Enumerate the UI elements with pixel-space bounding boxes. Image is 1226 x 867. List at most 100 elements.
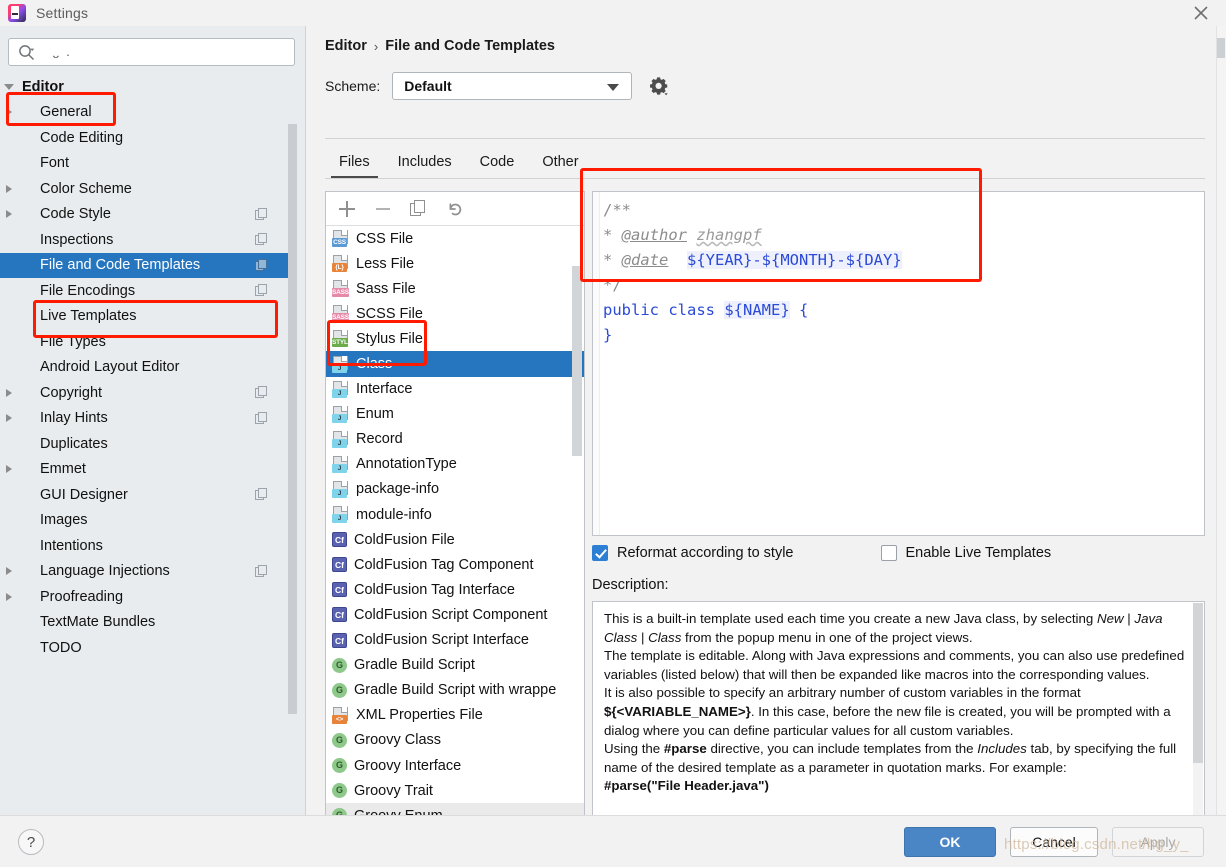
sidebar-item-font[interactable]: Font <box>0 151 290 177</box>
dialog-scrollbar-thumb[interactable] <box>1217 38 1225 58</box>
close-icon[interactable] <box>1190 2 1212 24</box>
sidebar-item-duplicates[interactable]: Duplicates <box>0 431 290 457</box>
sidebar-item-language-injections[interactable]: Language Injections <box>0 559 290 585</box>
tab-code[interactable]: Code <box>466 154 529 178</box>
sidebar-item-file-types[interactable]: File Types <box>0 329 290 355</box>
template-list-item-label: CSS File <box>356 230 414 247</box>
template-list-item[interactable]: Cf ColdFusion Tag Interface <box>326 577 584 602</box>
template-list-item[interactable]: Cf ColdFusion Script Interface <box>326 628 584 653</box>
sidebar-item-label: General <box>40 104 92 121</box>
intellij-idea-logo-icon <box>8 4 26 22</box>
apply-button[interactable]: Apply <box>1112 827 1204 857</box>
chevron-right-icon[interactable] <box>0 184 18 193</box>
template-list-item[interactable]: Cf ColdFusion Script Component <box>326 602 584 627</box>
template-list-item[interactable]: SASS Sass File <box>326 276 584 301</box>
reset-template-button[interactable] <box>446 200 464 218</box>
gradle-groovy-icon: G <box>332 682 347 698</box>
template-list-item-label: module-info <box>356 506 432 523</box>
template-list-item[interactable]: STYL Stylus File <box>326 326 584 351</box>
chevron-down-icon <box>607 84 620 91</box>
sidebar-item-intentions[interactable]: Intentions <box>0 533 290 559</box>
help-button[interactable]: ? <box>18 829 44 855</box>
editor-code[interactable]: /** * @author zhangpf * @date ${YEAR}-${… <box>603 198 1200 348</box>
template-list-item[interactable]: J AnnotationType <box>326 452 584 477</box>
template-list-item[interactable]: G Groovy Interface <box>326 753 584 778</box>
code-line-6: } <box>603 326 613 344</box>
template-list-item-label: Sass File <box>356 280 416 297</box>
template-list-item[interactable]: J Enum <box>326 402 584 427</box>
template-list-item-label: Groovy Class <box>354 732 442 749</box>
copy-template-button[interactable] <box>410 199 428 218</box>
remove-template-button[interactable] <box>374 200 392 218</box>
tab-includes[interactable]: Includes <box>384 154 466 178</box>
sidebar-item-label: TextMate Bundles <box>40 614 156 631</box>
template-list-item[interactable]: J Class <box>326 351 584 377</box>
template-editor[interactable]: /** * @author zhangpf * @date ${YEAR}-${… <box>592 191 1205 536</box>
sidebar-item-emmet[interactable]: Emmet <box>0 457 290 483</box>
sidebar-item-code-style[interactable]: Code Style <box>0 202 290 228</box>
scheme-select[interactable]: Default <box>392 72 633 100</box>
template-list-item[interactable]: CSS CSS File <box>326 226 584 251</box>
tab-other[interactable]: Other <box>528 154 592 178</box>
template-list-item[interactable]: J Record <box>326 427 584 452</box>
java-annotation-icon: J <box>332 455 349 473</box>
chevron-down-icon[interactable] <box>0 83 18 90</box>
chevron-right-icon[interactable] <box>0 388 18 397</box>
template-list-item[interactable]: J Interface <box>326 377 584 402</box>
sidebar-item-android-layout-editor[interactable]: Android Layout Editor <box>0 355 290 381</box>
template-list-item[interactable]: Jpackage-info <box>326 477 584 502</box>
sidebar-item-editor[interactable]: Editor <box>0 74 290 100</box>
breadcrumb: Editor › File and Code Templates <box>325 38 555 54</box>
sidebar-item-proofreading[interactable]: Proofreading <box>0 584 290 610</box>
java-module-info-icon: J <box>332 506 349 524</box>
sidebar-item-file-and-code-templates[interactable]: File and Code Templates <box>0 252 290 278</box>
template-list-item[interactable]: {L} Less File <box>326 251 584 276</box>
template-list-item[interactable]: Cf ColdFusion File <box>326 527 584 552</box>
chevron-right-icon[interactable] <box>0 108 18 117</box>
sass-file-icon: SASS <box>332 280 349 298</box>
cancel-button[interactable]: Cancel <box>1010 827 1098 857</box>
template-list-item[interactable]: G Groovy Trait <box>326 778 584 803</box>
sidebar-item-code-editing[interactable]: Code Editing <box>0 125 290 151</box>
sidebar-item-textmate-bundles[interactable]: TextMate Bundles <box>0 610 290 636</box>
chevron-right-icon[interactable] <box>0 592 18 601</box>
template-list-item[interactable]: <> XML Properties File <box>326 703 584 728</box>
template-list-scrollbar-thumb[interactable] <box>572 266 582 456</box>
css-file-icon: CSS <box>332 230 349 248</box>
sidebar-item-images[interactable]: Images <box>0 508 290 534</box>
sidebar-item-live-templates[interactable]: Live Templates <box>0 304 290 330</box>
sidebar-item-copyright[interactable]: Copyright <box>0 380 290 406</box>
template-list-item[interactable]: Cf ColdFusion Tag Component <box>326 552 584 577</box>
ok-button[interactable]: OK <box>904 827 996 857</box>
gear-icon[interactable] <box>648 75 670 97</box>
class-name-variable: ${NAME} <box>724 301 790 319</box>
template-list-item[interactable]: G Gradle Build Script <box>326 653 584 678</box>
sidebar-item-general[interactable]: General <box>0 100 290 126</box>
template-list-item[interactable]: G Gradle Build Script with wrappe <box>326 678 584 703</box>
live-templates-checkbox[interactable] <box>880 545 897 561</box>
chevron-right-icon[interactable] <box>0 414 18 423</box>
sidebar-item-inspections[interactable]: Inspections <box>0 227 290 253</box>
description-scrollbar-thumb[interactable] <box>1193 603 1203 763</box>
template-list-item[interactable]: G Groovy Class <box>326 728 584 753</box>
tab-files[interactable]: Files <box>325 154 384 178</box>
sidebar-item-inlay-hints[interactable]: Inlay Hints <box>0 406 290 432</box>
chevron-right-icon[interactable] <box>0 567 18 576</box>
add-template-button[interactable] <box>338 200 356 218</box>
chevron-right-icon[interactable] <box>0 210 18 219</box>
sidebar-item-gui-designer[interactable]: GUI Designer <box>0 482 290 508</box>
template-list-item[interactable]: Jmodule-info <box>326 502 584 527</box>
reformat-checkbox[interactable] <box>592 545 608 561</box>
sidebar-item-file-encodings[interactable]: File Encodings <box>0 278 290 304</box>
sidebar-item-label: Inlay Hints <box>40 410 108 427</box>
dialog-scrollbar-track[interactable] <box>1216 26 1226 815</box>
settings-tree: Editor General Code Editing Font Color Schem… <box>0 74 290 661</box>
chevron-right-icon[interactable] <box>0 465 18 474</box>
breadcrumb-root[interactable]: Editor <box>325 38 367 54</box>
sidebar-item-todo[interactable]: TODO <box>0 635 290 661</box>
template-list-item[interactable]: SASS SCSS File <box>326 301 584 326</box>
sidebar-scrollbar-thumb[interactable] <box>288 124 297 714</box>
sidebar-item-color-scheme[interactable]: Color Scheme <box>0 176 290 202</box>
settings-sidebar: ⌄ · Editor General Code Editing Font Color S… <box>0 26 306 815</box>
sidebar-clipped-item: ⌄ · <box>50 46 71 58</box>
